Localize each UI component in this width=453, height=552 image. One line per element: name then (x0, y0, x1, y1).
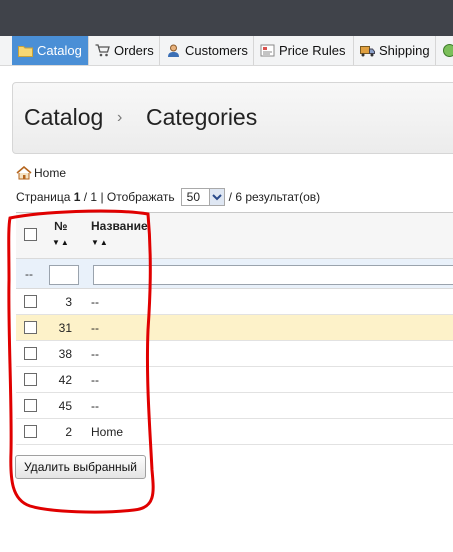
table-row[interactable]: 3 -- (16, 289, 453, 315)
per-page-value: 50 (186, 190, 201, 204)
table-header-row: № ▼▲ Название ▼▲ (16, 213, 453, 259)
page-title: Categories (146, 104, 258, 130)
tab-shipping[interactable]: Shipping (354, 36, 436, 65)
row-id: 45 (58, 399, 72, 413)
categories-table: № ▼▲ Название ▼▲ -- 3 -- 31 -- 38 -- 42 … (16, 212, 453, 445)
row-name: -- (91, 373, 99, 387)
per-page-select[interactable]: 50 (180, 188, 225, 206)
tab-orders[interactable]: Orders (89, 36, 160, 65)
row-name: -- (91, 321, 99, 335)
row-name: Home (91, 425, 124, 439)
row-id: 38 (58, 347, 72, 361)
row-checkbox[interactable] (24, 399, 37, 412)
tab-label: Orders (114, 43, 154, 58)
row-id: 3 (65, 295, 72, 309)
sort-number-arrows[interactable]: ▼▲ (52, 238, 70, 247)
select-all-checkbox[interactable] (24, 228, 37, 241)
row-id: 2 (65, 425, 72, 439)
home-icon (16, 165, 32, 180)
tab-label: Catalog (37, 43, 82, 58)
table-row[interactable]: 42 -- (16, 367, 453, 393)
filter-row: -- (16, 259, 453, 289)
user-icon (166, 44, 181, 57)
row-checkbox[interactable] (24, 373, 37, 386)
row-id: 31 (58, 321, 72, 335)
cart-icon (95, 44, 110, 57)
breadcrumb-separator: › (117, 109, 123, 126)
results-count: / 6 результат(ов) (228, 190, 321, 204)
tab-price-rules[interactable]: Price Rules (254, 36, 354, 65)
delete-selected-button[interactable]: Удалить выбранный (15, 455, 146, 479)
tab-label: Customers (185, 43, 248, 58)
filter-name-input[interactable] (93, 265, 453, 285)
globe-icon (442, 44, 453, 57)
tab-customers[interactable]: Customers (160, 36, 254, 65)
col-header-name: Название (91, 219, 148, 233)
table-row[interactable]: 2 Home (16, 419, 453, 445)
tab-label: Price Rules (279, 43, 346, 58)
row-name: -- (91, 399, 99, 413)
table-row[interactable]: 31 -- (16, 315, 453, 341)
sort-name-arrows[interactable]: ▼▲ (91, 238, 109, 247)
table-row[interactable]: 38 -- (16, 341, 453, 367)
row-name: -- (91, 295, 99, 309)
top-bar (0, 0, 453, 36)
truck-icon (360, 44, 375, 57)
home-link[interactable]: Home (16, 165, 67, 180)
row-checkbox[interactable] (24, 425, 37, 438)
filter-dash: -- (25, 267, 33, 281)
pager-prefix: Страница (16, 190, 71, 204)
main-nav: Catalog Orders Customers Price Rules Shi… (0, 36, 453, 66)
tab-label: Shipping (379, 43, 430, 58)
row-checkbox[interactable] (24, 347, 37, 360)
pager-of: / 1 | Отображать (83, 190, 175, 204)
row-id: 42 (58, 373, 72, 387)
page-header: Catalog › Categories (12, 82, 453, 154)
tab-catalog[interactable]: Catalog (12, 36, 89, 65)
row-checkbox[interactable] (24, 321, 37, 334)
price-tag-icon (260, 44, 275, 57)
row-checkbox[interactable] (24, 295, 37, 308)
table-row[interactable]: 45 -- (16, 393, 453, 419)
row-name: -- (91, 347, 99, 361)
tab-more[interactable] (436, 36, 453, 65)
filter-number-input[interactable] (49, 265, 79, 285)
home-link-label: Home (34, 166, 67, 180)
chevron-down-icon[interactable] (208, 189, 224, 205)
pagination-bar: Страница 1 / 1 | Отображать 50 / 6 резул… (16, 188, 320, 206)
folder-icon (18, 44, 33, 57)
current-page: 1 (73, 190, 81, 204)
breadcrumb-catalog[interactable]: Catalog (24, 104, 103, 131)
col-header-number: № (54, 219, 68, 233)
